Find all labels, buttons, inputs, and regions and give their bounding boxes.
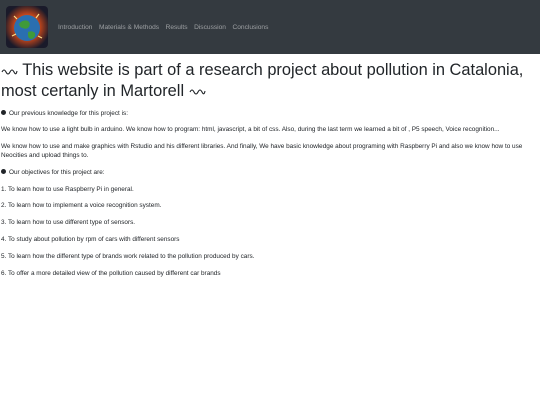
project-logo[interactable] bbox=[6, 6, 48, 48]
bullet-icon bbox=[1, 109, 6, 115]
nav-introduction[interactable]: Introduction bbox=[58, 24, 92, 31]
objective-item: 3. To learn how to use different type of… bbox=[1, 219, 136, 227]
nav-materials-methods[interactable]: Materials & Methods bbox=[99, 24, 159, 31]
page-title: This website is part of a research proje… bbox=[1, 60, 540, 101]
title-line-2: most certanly in Martorell bbox=[1, 81, 185, 100]
objective-item: 2. To learn how to implement a voice rec… bbox=[1, 202, 162, 210]
earth-logo-icon bbox=[6, 6, 48, 48]
title-line-1: This website is part of a research proje… bbox=[22, 61, 524, 79]
previous-knowledge-para-2: We know how to use and make graphics wit… bbox=[1, 143, 523, 159]
wave-icon bbox=[1, 69, 18, 75]
objective-item: 1. To learn how to use Raspberry Pi in g… bbox=[1, 185, 134, 193]
nav-discussion[interactable]: Discussion bbox=[194, 24, 226, 31]
nav-results[interactable]: Results bbox=[166, 24, 188, 31]
previous-knowledge-heading: Our previous knowledge for this project … bbox=[1, 110, 540, 118]
objective-item: 6. To offer a more detailed view of the … bbox=[1, 270, 221, 278]
main-content: This website is part of a research proje… bbox=[0, 54, 540, 278]
previous-knowledge-para-1: We know how to use a light bulb in ardui… bbox=[1, 126, 500, 134]
wave-icon bbox=[189, 89, 206, 95]
objectives-heading: Our objectives for this project are: bbox=[1, 169, 540, 177]
nav-links: Introduction Materials & Methods Results… bbox=[58, 24, 275, 31]
bullet-icon bbox=[1, 168, 6, 174]
navbar: Introduction Materials & Methods Results… bbox=[0, 0, 540, 54]
objective-item: 5. To learn how the different type of br… bbox=[1, 253, 255, 261]
objective-item: 4. To study about pollution by rpm of ca… bbox=[1, 236, 180, 244]
nav-conclusions[interactable]: Conclusions bbox=[232, 24, 268, 31]
